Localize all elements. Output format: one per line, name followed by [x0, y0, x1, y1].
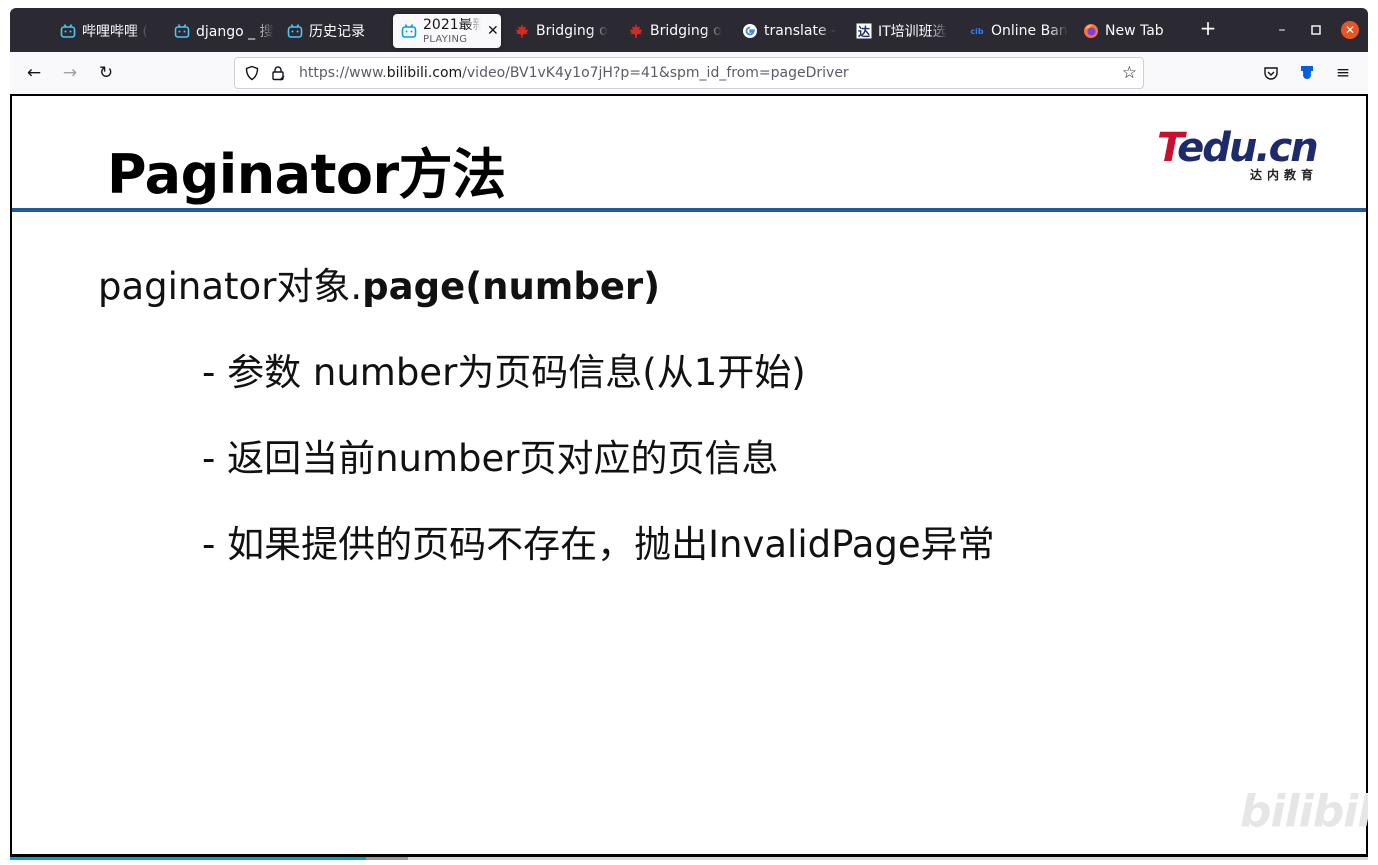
slide-content: Paginator方法 Tedu.cn 达内教育 paginator对象.pag… [12, 96, 1368, 854]
tab-title-stack: 2021最新 PLAYING [423, 18, 481, 45]
bilibili-watermark: bilibili [1240, 786, 1368, 837]
tab-label: IT培训班选 [878, 24, 947, 40]
da-logo-icon: 达 [856, 23, 872, 39]
url-path: /video/BV1vK4y1o7jH?p=41&spm_id_from=pag… [462, 65, 849, 81]
title-divider [12, 208, 1366, 212]
url-text: https://www.bilibili.com/video/BV1vK4y1o… [299, 65, 849, 81]
tab-it-training[interactable]: 达 IT培训班选 [856, 14, 956, 48]
maple-leaf-icon [514, 23, 530, 39]
close-tab-icon[interactable]: ✕ [487, 23, 499, 39]
heading-bold: page(number) [362, 265, 661, 308]
tab-label: 2021最新 [423, 17, 481, 32]
video-played-bar[interactable] [10, 857, 366, 860]
tab-label: 历史记录 [309, 24, 365, 40]
tab-label: 哔哩哔哩 ( [82, 24, 148, 40]
tab-new-tab[interactable]: New Tab [1083, 14, 1183, 48]
bilibili-icon [287, 23, 303, 39]
tab-playing-status: PLAYING [423, 33, 468, 45]
maple-leaf-icon [628, 23, 644, 39]
tab-history[interactable]: 历史记录 [287, 14, 387, 48]
url-prefix: https://www. [299, 65, 387, 81]
tab-label: New Tab [1105, 23, 1164, 39]
new-tab-button[interactable]: + [1199, 18, 1217, 38]
tab-label: Online Ban [991, 23, 1068, 39]
reload-icon[interactable]: ↻ [96, 63, 116, 83]
tab-bilibili-home[interactable]: 哔哩哔哩 ( [60, 14, 160, 48]
logo-chinese: 达内教育 [1249, 168, 1318, 182]
address-bar[interactable]: https://www.bilibili.com/video/BV1vK4y1o… [234, 57, 1144, 89]
svg-text:cib: cib [970, 27, 983, 36]
extension-icon[interactable] [1297, 63, 1317, 83]
tab-bridging-1[interactable]: Bridging o [514, 14, 614, 48]
browser-window: 哔哩哔哩 ( django _ 搜 历史记录 2021最新 PLAYING ✕ [10, 8, 1368, 860]
bilibili-icon [60, 23, 76, 39]
bilibili-icon [401, 23, 417, 39]
tab-playing-video[interactable]: 2021最新 PLAYING ✕ [393, 14, 501, 48]
tedu-logo: Tedu.cn 达内教育 [1157, 126, 1322, 186]
forward-arrow-icon[interactable]: → [60, 63, 80, 83]
slide-bullet: - 如果提供的页码不存在，抛出InvalidPage异常 [202, 523, 995, 566]
shield-icon[interactable] [243, 64, 261, 82]
cibc-icon: cib [969, 23, 985, 39]
tab-bridging-2[interactable]: Bridging o [628, 14, 728, 48]
logo-wordmark: Tedu.cn [1157, 125, 1319, 171]
lock-icon[interactable] [269, 64, 287, 82]
close-window-button[interactable]: ✕ [1341, 21, 1359, 39]
tab-translate[interactable]: translate - [742, 14, 842, 48]
tab-label: Bridging o [536, 23, 608, 39]
navigation-toolbar: ← → ↻ https://www.bilibili.com/video/BV1… [10, 52, 1368, 95]
svg-text:达: 达 [858, 24, 870, 39]
bilibili-icon [174, 23, 190, 39]
url-host: bilibili.com [386, 65, 463, 81]
tab-label: Bridging o [650, 23, 722, 39]
minimize-button[interactable]: – [1273, 21, 1291, 39]
tab-label: django _ 搜 [196, 24, 274, 40]
slide-heading-line: paginator对象.page(number) [98, 256, 660, 310]
back-arrow-icon[interactable]: ← [24, 63, 44, 83]
tab-label: translate - [764, 23, 837, 39]
tab-bar: 哔哩哔哩 ( django _ 搜 历史记录 2021最新 PLAYING ✕ [10, 8, 1368, 52]
heading-plain: paginator对象. [98, 265, 363, 308]
video-player[interactable]: Paginator方法 Tedu.cn 达内教育 paginator对象.pag… [10, 94, 1368, 860]
slide-bullet: - 参数 number为页码信息(从1开始) [202, 351, 806, 394]
firefox-icon [1083, 23, 1099, 39]
google-icon [742, 23, 758, 39]
pocket-icon[interactable] [1261, 63, 1281, 83]
slide-bullet: - 返回当前number页对应的页信息 [202, 437, 779, 480]
tab-django-search[interactable]: django _ 搜 [174, 14, 274, 48]
slide-title: Paginator方法 [107, 143, 506, 206]
bookmark-star-icon[interactable]: ☆ [1122, 63, 1137, 83]
maximize-button[interactable] [1307, 21, 1325, 40]
menu-hamburger-icon[interactable]: ≡ [1333, 63, 1353, 83]
tab-online-banking[interactable]: cib Online Ban [969, 14, 1069, 48]
